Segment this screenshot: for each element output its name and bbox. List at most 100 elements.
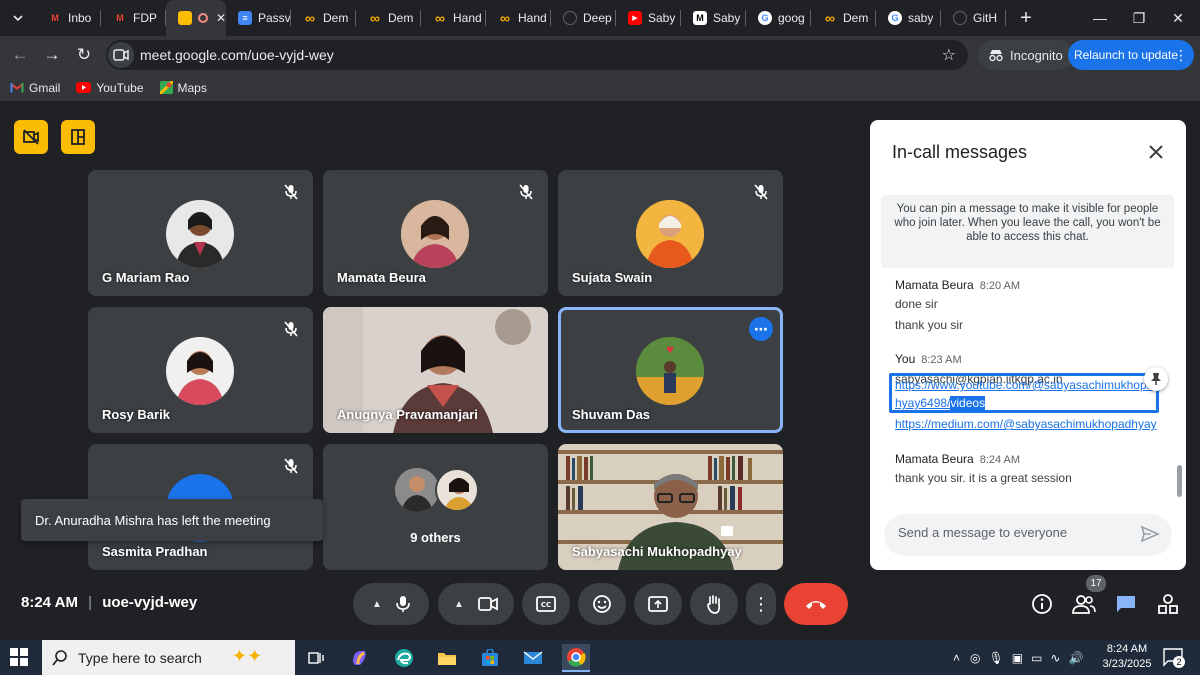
mic-tray-icon[interactable]: 🎙 (989, 651, 1004, 665)
site-info-icon[interactable] (108, 42, 134, 68)
tab-search-button[interactable] (4, 5, 32, 31)
chat-button[interactable] (1113, 591, 1139, 617)
chevron-up-icon[interactable]: ▲ (372, 599, 382, 610)
chat-message-input[interactable] (898, 525, 1128, 540)
browser-tab[interactable]: M Inbo (36, 0, 101, 36)
participant-tile-video[interactable]: Anugnya Pravamanjari (323, 307, 548, 433)
chevron-up-icon[interactable]: ˄ (953, 651, 960, 665)
back-button[interactable]: ← (4, 39, 36, 71)
youtube-link[interactable]: https://www.youtube.com/@sabyasachimukho… (895, 376, 1160, 412)
battery-icon[interactable]: ▭ (1031, 651, 1042, 665)
tab-label: Dem (388, 11, 414, 25)
mic-muted-icon (749, 180, 773, 204)
edge-icon[interactable] (390, 644, 418, 672)
task-view-icon[interactable] (302, 644, 330, 672)
bookmark-star-icon[interactable]: ☆ (942, 45, 956, 65)
browser-tab[interactable]: Deep (551, 0, 616, 36)
camera-control[interactable]: ▲ (438, 583, 514, 625)
pin-message-button[interactable] (1144, 367, 1168, 391)
microphone-control[interactable]: ▲ (353, 583, 429, 625)
meet-stage: G Mariam Rao Mamata Beura Sujata Swain R… (0, 103, 1200, 640)
more-options-button[interactable]: ⋮ (746, 583, 776, 625)
participant-tile[interactable]: Rosy Barik (88, 307, 313, 433)
chevron-up-icon[interactable]: ▲ (454, 599, 464, 610)
meeting-details-button[interactable] (1029, 591, 1055, 617)
leave-call-button[interactable] (784, 583, 848, 625)
relaunch-button[interactable]: Relaunch to update ⋮ (1068, 40, 1194, 70)
medium-link[interactable]: https://medium.com/@sabyasachimukhopadhy… (895, 415, 1157, 433)
participant-tile[interactable]: Mamata Beura (323, 170, 548, 296)
file-explorer-icon[interactable] (433, 644, 461, 672)
participant-tile-active[interactable]: ⋯ ♥ Shuvam Das (558, 307, 783, 433)
screen-share-tray-icon[interactable]: ▣ (1012, 651, 1023, 665)
bookmark-maps[interactable]: Maps (159, 81, 207, 95)
taskbar-search-input[interactable] (78, 649, 228, 666)
loading-icon (563, 11, 577, 25)
close-chat-button[interactable] (1142, 138, 1170, 166)
current-time: 8:24 AM (21, 594, 78, 611)
browser-tab[interactable]: ∞ Dem (356, 0, 421, 36)
copilot-icon[interactable] (346, 644, 374, 672)
participant-tile-others[interactable]: 9 others (323, 444, 548, 570)
emoji-reaction-button[interactable] (578, 583, 626, 625)
gmail-icon: M (51, 13, 59, 23)
notifications-button[interactable]: 2 (1162, 647, 1185, 668)
meet-tray-icon[interactable]: ◎ (970, 651, 980, 665)
participant-name: Sabyasachi Mukhopadhyay (572, 544, 742, 559)
mail-icon[interactable] (519, 644, 547, 672)
bookmark-youtube[interactable]: YouTube (76, 80, 144, 95)
browser-tab[interactable]: ∞ Hand (486, 0, 551, 36)
store-icon[interactable] (476, 644, 504, 672)
browser-tab-active[interactable]: ✕ (166, 0, 226, 36)
new-tab-button[interactable]: + (1012, 4, 1040, 32)
participant-name: G Mariam Rao (102, 270, 190, 285)
participant-tile-video[interactable]: Sabyasachi Mukhopadhyay (558, 444, 783, 570)
video-off-warning-button[interactable] (14, 120, 48, 154)
participant-name: Shuvam Das (572, 407, 651, 422)
volume-icon[interactable]: 🔊 (1068, 651, 1083, 665)
others-count-label: 9 others (410, 530, 461, 545)
close-window-button[interactable]: ✕ (1156, 0, 1200, 36)
participant-tile[interactable]: G Mariam Rao (88, 170, 313, 296)
send-icon[interactable] (1140, 524, 1160, 544)
browser-tab[interactable]: GitH (941, 0, 1006, 36)
address-bar[interactable]: meet.google.com/uoe-vyjd-wey ☆ (106, 40, 968, 70)
reload-button[interactable]: ↻ (68, 39, 100, 71)
people-button[interactable] (1071, 591, 1097, 617)
restore-button[interactable]: ❐ (1117, 0, 1161, 36)
browser-tab[interactable]: ∞ Hand (421, 0, 486, 36)
present-screen-button[interactable] (634, 583, 682, 625)
participant-tile[interactable]: Sujata Swain (558, 170, 783, 296)
wifi-icon[interactable]: ∿ (1050, 651, 1060, 665)
browser-tab[interactable]: Gsaby (876, 0, 941, 36)
minimize-button[interactable]: — (1078, 0, 1122, 36)
bookmark-label: YouTube (96, 80, 144, 95)
browser-tab[interactable]: ≡ Passv (226, 0, 291, 36)
browser-tab[interactable]: ▶ Saby (616, 0, 681, 36)
microphone-icon (396, 596, 410, 612)
captions-button[interactable]: CC (522, 583, 570, 625)
chat-scrollbar[interactable] (1177, 465, 1182, 497)
more-options-button[interactable]: ⋯ (749, 317, 773, 341)
raise-hand-button[interactable] (690, 583, 738, 625)
bookmark-gmail[interactable]: Gmail (10, 81, 60, 95)
colab-icon: ∞ (370, 10, 380, 26)
browser-tab[interactable]: ∞ Dem (811, 0, 876, 36)
taskbar-search-box[interactable]: ✦✦ (42, 640, 295, 675)
close-tab-icon[interactable]: ✕ (216, 11, 226, 25)
message-time: 8:24 AM (979, 454, 1021, 466)
browser-tab[interactable]: M Saby (681, 0, 746, 36)
windows-taskbar: ✦✦ ˄ ◎ 🎙 ▣ ▭ ∿ 🔊 8:24 AM 3/23/2025 2 (0, 640, 1200, 675)
layout-warning-button[interactable] (61, 120, 95, 154)
forward-button[interactable]: → (36, 39, 68, 71)
browser-tab[interactable]: M FDP (101, 0, 166, 36)
browser-tab[interactable]: ∞ Dem (291, 0, 356, 36)
chat-input-box[interactable] (884, 514, 1172, 556)
browser-tab[interactable]: Ggoog (746, 0, 811, 36)
message-text: thank you sir (895, 318, 964, 332)
activities-button[interactable] (1155, 591, 1181, 617)
chrome-taskbar-icon[interactable] (562, 644, 590, 672)
taskbar-clock[interactable]: 8:24 AM 3/23/2025 (1096, 642, 1158, 672)
incognito-indicator[interactable]: Incognito (978, 40, 1073, 70)
windows-start-icon[interactable] (10, 648, 28, 671)
